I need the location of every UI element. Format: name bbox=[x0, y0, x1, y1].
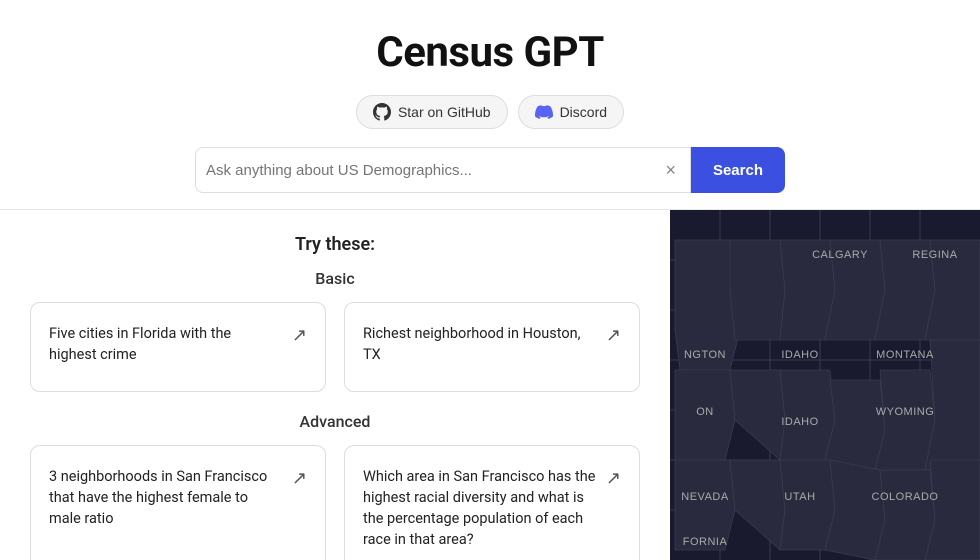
main-content: Try these: Basic Five cities in Florida … bbox=[0, 210, 980, 560]
try-these-label: Try these: bbox=[30, 234, 640, 255]
svg-text:Regina: Regina bbox=[912, 249, 957, 261]
basic-section-label: Basic bbox=[30, 269, 640, 288]
svg-text:COLORADO: COLORADO bbox=[872, 491, 939, 503]
advanced-card-2-text: Which area in San Francisco has the high… bbox=[363, 466, 606, 550]
discord-label: Discord bbox=[560, 104, 607, 120]
svg-text:Calgary: Calgary bbox=[812, 249, 868, 261]
advanced-card-1-text: 3 neighborhoods in San Francisco that ha… bbox=[49, 466, 292, 529]
search-row: × Search bbox=[195, 147, 785, 193]
svg-text:MONTANA: MONTANA bbox=[876, 349, 934, 361]
basic-card-1-text: Five cities in Florida with the highest … bbox=[49, 323, 292, 365]
svg-text:UTAH: UTAH bbox=[784, 491, 815, 503]
advanced-section-label: Advanced bbox=[30, 412, 640, 431]
basic-card-2[interactable]: Richest neighborhood in Houston, TX ↗ bbox=[344, 302, 640, 392]
arrow-icon-4: ↗ bbox=[606, 468, 621, 489]
external-links-row: Star on GitHub Discord bbox=[356, 95, 624, 129]
search-input-wrapper: × bbox=[195, 147, 691, 193]
map-panel: Calgary Regina NGTON IDAHO MONTANA ON ID… bbox=[670, 210, 980, 560]
basic-card-1[interactable]: Five cities in Florida with the highest … bbox=[30, 302, 326, 392]
basic-card-2-text: Richest neighborhood in Houston, TX bbox=[363, 323, 606, 365]
svg-text:IDAHO: IDAHO bbox=[781, 349, 818, 361]
svg-text:ON: ON bbox=[696, 406, 714, 418]
advanced-card-2[interactable]: Which area in San Francisco has the high… bbox=[344, 445, 640, 560]
arrow-icon-2: ↗ bbox=[606, 325, 621, 346]
advanced-cards-row: 3 neighborhoods in San Francisco that ha… bbox=[30, 445, 640, 560]
svg-text:NEVADA: NEVADA bbox=[681, 491, 729, 503]
map-container: Calgary Regina NGTON IDAHO MONTANA ON ID… bbox=[670, 210, 980, 560]
svg-text:WYOMING: WYOMING bbox=[876, 406, 935, 418]
advanced-card-1[interactable]: 3 neighborhoods in San Francisco that ha… bbox=[30, 445, 326, 560]
github-button[interactable]: Star on GitHub bbox=[356, 95, 508, 129]
github-icon bbox=[373, 103, 391, 121]
left-panel: Try these: Basic Five cities in Florida … bbox=[0, 210, 670, 560]
discord-button[interactable]: Discord bbox=[518, 95, 624, 129]
svg-text:IDAHO: IDAHO bbox=[781, 416, 818, 428]
arrow-icon-1: ↗ bbox=[292, 325, 307, 346]
header-section: Census GPT Star on GitHub Discord × Sear… bbox=[0, 0, 980, 209]
basic-cards-row: Five cities in Florida with the highest … bbox=[30, 302, 640, 392]
app-title: Census GPT bbox=[376, 28, 604, 77]
clear-button[interactable]: × bbox=[661, 161, 680, 179]
map-svg: Calgary Regina NGTON IDAHO MONTANA ON ID… bbox=[670, 210, 980, 560]
search-button[interactable]: Search bbox=[691, 147, 785, 193]
github-label: Star on GitHub bbox=[398, 104, 491, 120]
arrow-icon-3: ↗ bbox=[292, 468, 307, 489]
svg-text:FORNIA: FORNIA bbox=[683, 536, 728, 548]
search-input[interactable] bbox=[206, 162, 661, 179]
discord-icon bbox=[535, 103, 553, 121]
svg-text:NGTON: NGTON bbox=[684, 349, 726, 361]
